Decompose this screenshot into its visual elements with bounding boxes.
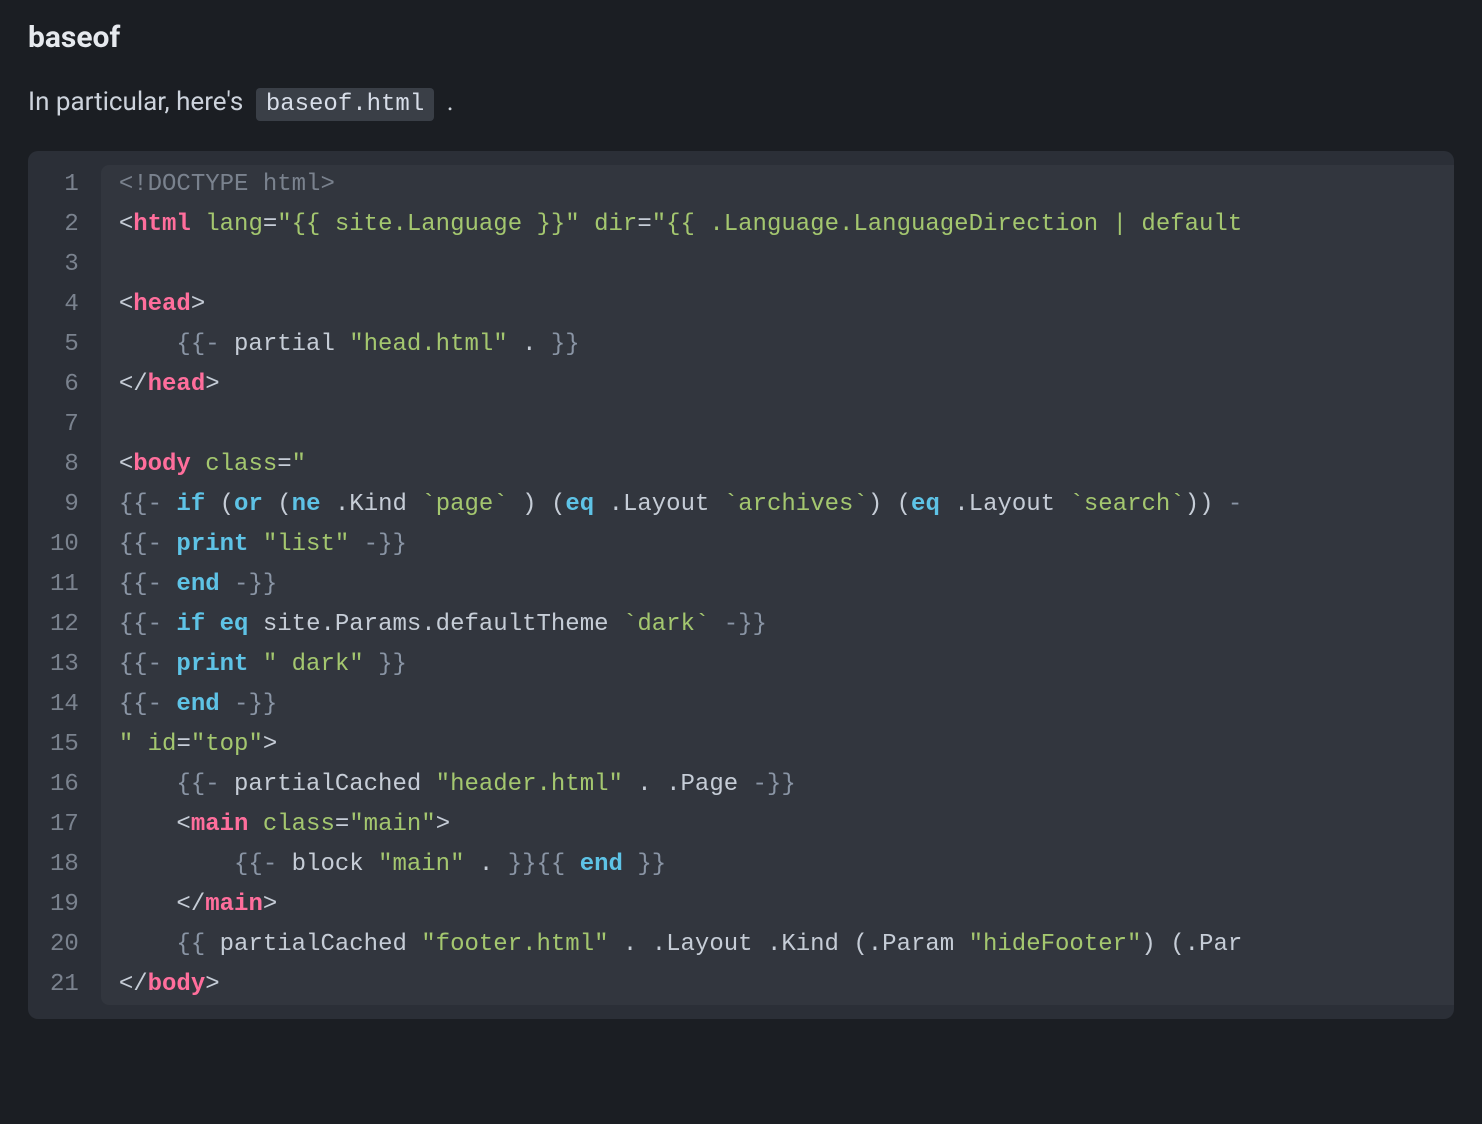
code-line: {{- end -}} <box>119 565 1436 605</box>
code-line: <!DOCTYPE html> <box>119 165 1436 205</box>
line-number: 8 <box>50 445 79 485</box>
code-line <box>119 405 1436 445</box>
code-line: <head> <box>119 285 1436 325</box>
code-line: {{- partial "head.html" . }} <box>119 325 1436 365</box>
line-number: 2 <box>50 205 79 245</box>
code-line: {{- partialCached "header.html" . .Page … <box>119 765 1436 805</box>
line-number: 17 <box>50 805 79 845</box>
code-line: <body class=" <box>119 445 1436 485</box>
code-line <box>119 245 1436 285</box>
code-line: </body> <box>119 965 1436 1005</box>
line-number: 12 <box>50 605 79 645</box>
line-number: 9 <box>50 485 79 525</box>
code-line: </head> <box>119 365 1436 405</box>
inline-code-filename: baseof.html <box>256 88 434 121</box>
line-number: 18 <box>50 845 79 885</box>
code-block-inner: 1 2 3 4 5 6 7 8 9 10 11 12 13 14 15 16 1… <box>28 151 1454 1019</box>
line-number: 19 <box>50 885 79 925</box>
line-number: 20 <box>50 925 79 965</box>
code-line: {{- block "main" . }}{{ end }} <box>119 845 1436 885</box>
intro-paragraph: In particular, here's baseof.html . <box>28 83 1454 123</box>
code-line: " id="top"> <box>119 725 1436 765</box>
line-number: 13 <box>50 645 79 685</box>
line-number: 5 <box>50 325 79 365</box>
line-number: 1 <box>50 165 79 205</box>
code-line: {{- end -}} <box>119 685 1436 725</box>
line-number: 7 <box>50 405 79 445</box>
line-number: 10 <box>50 525 79 565</box>
code-line: <main class="main"> <box>119 805 1436 845</box>
line-number: 21 <box>50 965 79 1005</box>
line-number: 15 <box>50 725 79 765</box>
code-line: </main> <box>119 885 1436 925</box>
code-line: <html lang="{{ site.Language }}" dir="{{… <box>119 205 1436 245</box>
line-number: 16 <box>50 765 79 805</box>
line-number: 3 <box>50 245 79 285</box>
line-number: 6 <box>50 365 79 405</box>
intro-text-suffix: . <box>440 87 453 117</box>
line-number: 14 <box>50 685 79 725</box>
code-line: {{- if (or (ne .Kind `page` ) (eq .Layou… <box>119 485 1436 525</box>
line-number: 11 <box>50 565 79 605</box>
code-content: <!DOCTYPE html> <html lang="{{ site.Lang… <box>101 165 1454 1005</box>
intro-text: In particular, here's <box>28 87 250 117</box>
document-page: baseof In particular, here's baseof.html… <box>0 0 1482 1029</box>
code-block[interactable]: 1 2 3 4 5 6 7 8 9 10 11 12 13 14 15 16 1… <box>28 151 1454 1019</box>
section-heading: baseof <box>28 20 1454 55</box>
code-line: {{ partialCached "footer.html" . .Layout… <box>119 925 1436 965</box>
code-line: {{- if eq site.Params.defaultTheme `dark… <box>119 605 1436 645</box>
code-line: {{- print " dark" }} <box>119 645 1436 685</box>
code-line: {{- print "list" -}} <box>119 525 1436 565</box>
line-number-gutter: 1 2 3 4 5 6 7 8 9 10 11 12 13 14 15 16 1… <box>28 165 101 1005</box>
line-number: 4 <box>50 285 79 325</box>
